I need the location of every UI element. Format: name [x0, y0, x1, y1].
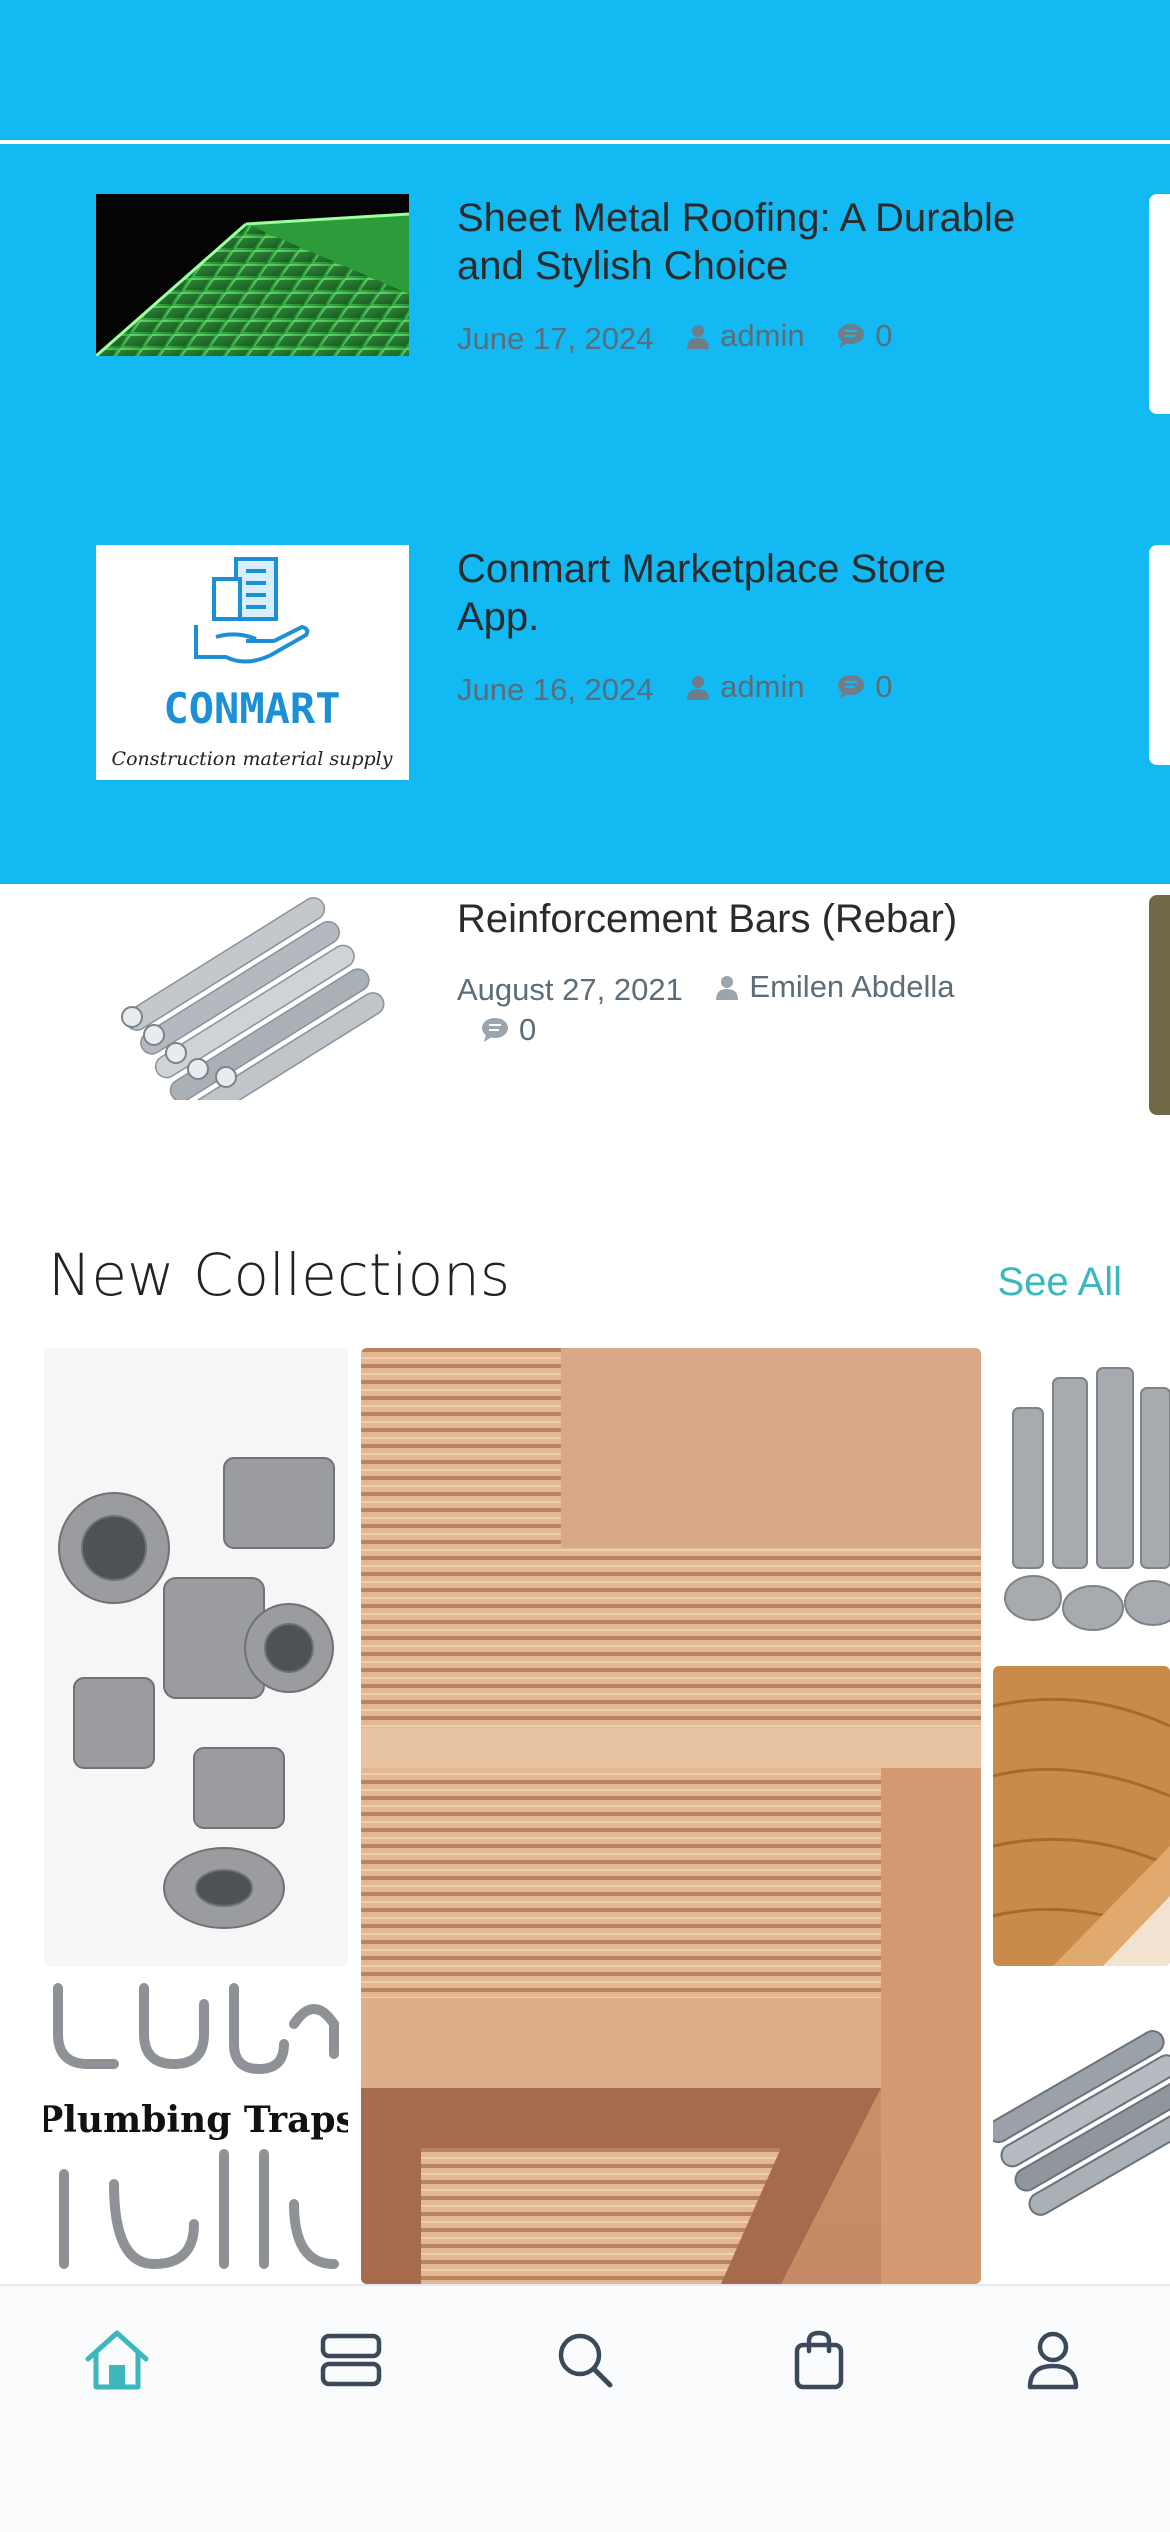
user-icon	[687, 676, 710, 700]
post-author[interactable]: admin	[686, 316, 805, 356]
post-author-name: Emilen Abdella	[749, 969, 955, 1004]
app-header	[0, 0, 1170, 141]
post-title[interactable]: Reinforcement Bars (Rebar)	[457, 895, 1017, 943]
post-author-name: admin	[720, 669, 805, 704]
shopping-bag-icon	[794, 2330, 844, 2390]
post-title[interactable]: Conmart Marketplace Store App.	[457, 545, 1017, 641]
plumbing-traps-image[interactable]: Plumbing Traps	[44, 1974, 348, 2284]
post-card[interactable]: Reinforcement Bars (Rebar) August 27, 20…	[96, 895, 1170, 1125]
comment-icon	[482, 1018, 508, 1042]
green-roofing-image[interactable]	[96, 194, 409, 356]
post-date: June 16, 2024	[457, 672, 654, 707]
conmart-logo-tagline: Construction material supply	[112, 748, 393, 770]
post-author[interactable]: Emilen Abdella	[715, 967, 955, 1007]
section-title: New Collections	[48, 1241, 511, 1309]
rebar-image[interactable]	[96, 895, 409, 1100]
post-author-name: admin	[720, 318, 805, 353]
plywood-image[interactable]	[361, 1348, 981, 2284]
pipe-fittings-image[interactable]	[44, 1348, 348, 1966]
post-card[interactable]: Sheet Metal Roofing: A Durable and Styli…	[96, 194, 1170, 494]
user-icon	[687, 325, 710, 349]
post-card[interactable]: CONMART Construction material supply Con…	[96, 545, 1170, 845]
post-date: June 17, 2024	[457, 321, 654, 356]
categories-icon	[320, 2333, 382, 2387]
post-title[interactable]: Sheet Metal Roofing: A Durable and Styli…	[457, 194, 1017, 290]
tab-profile[interactable]	[1008, 2320, 1098, 2400]
next-post-peek[interactable]	[1149, 895, 1170, 1115]
tab-categories[interactable]	[306, 2320, 396, 2400]
post-date: August 27, 2021	[457, 972, 683, 1007]
user-icon	[716, 976, 739, 1000]
comment-icon	[838, 675, 865, 699]
profile-icon	[1027, 2331, 1079, 2390]
tab-home[interactable]	[72, 2320, 162, 2400]
post-comments[interactable]: 0	[837, 316, 892, 356]
conmart-logo-text: CONMART	[163, 684, 340, 733]
post-comments[interactable]: 0	[481, 1010, 536, 1050]
bottom-tab-bar	[0, 2284, 1170, 2532]
pvc-pipes-image[interactable]	[993, 1348, 1170, 1638]
plumbing-traps-caption: Plumbing Traps	[44, 2099, 348, 2141]
see-all-link[interactable]: See All	[997, 1254, 1122, 1310]
home-icon	[85, 2330, 149, 2390]
conmart-logo[interactable]: CONMART Construction material supply	[96, 545, 409, 780]
tab-search[interactable]	[540, 2320, 630, 2400]
post-meta: June 16, 2024 admin 0	[457, 667, 1017, 710]
post-comments[interactable]: 0	[837, 667, 892, 707]
wood-flooring-image[interactable]	[993, 1666, 1170, 1966]
rebar-collection-image[interactable]	[993, 1990, 1170, 2284]
post-meta: August 27, 2021 Emilen Abdella 0	[457, 967, 1017, 1053]
post-comment-count: 0	[875, 669, 893, 704]
post-author[interactable]: admin	[686, 667, 805, 707]
comment-icon	[838, 324, 865, 348]
search-icon	[558, 2333, 613, 2388]
post-comment-count: 0	[875, 318, 893, 353]
next-post-peek[interactable]	[1149, 194, 1170, 414]
next-post-peek[interactable]	[1149, 545, 1170, 765]
post-meta: June 17, 2024 admin 0	[457, 316, 1017, 359]
post-comment-count: 0	[519, 1012, 537, 1047]
header-divider	[0, 140, 1170, 144]
tab-cart[interactable]	[774, 2320, 864, 2400]
